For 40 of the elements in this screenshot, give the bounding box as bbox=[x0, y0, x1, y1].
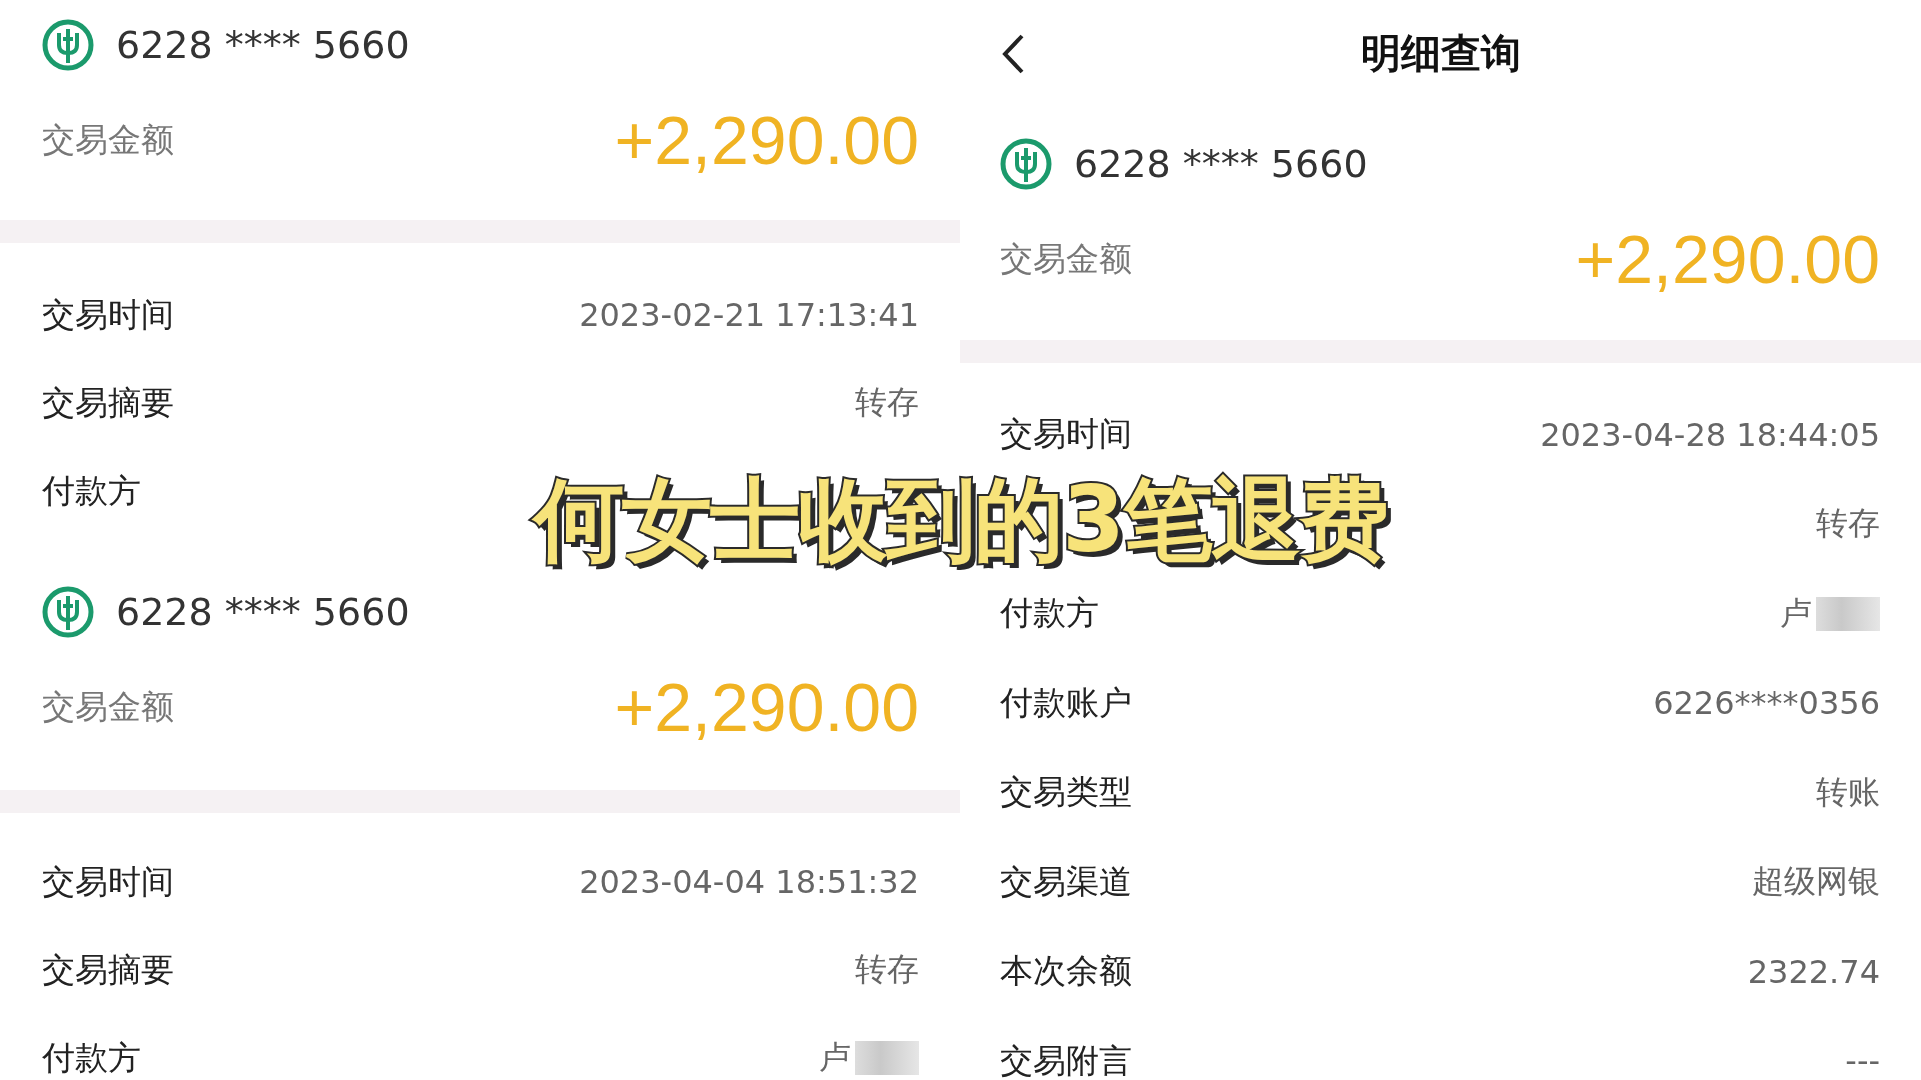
field-value: 转存 bbox=[1816, 503, 1880, 545]
field-label: 交易渠道 bbox=[1000, 860, 1132, 903]
field-label: 付款方 bbox=[42, 1036, 141, 1079]
field-value: 超级网银 bbox=[1752, 861, 1880, 903]
amount-value: +2,290.00 bbox=[614, 101, 919, 179]
bank-logo-icon bbox=[1000, 138, 1052, 190]
field-label: 付款账户 bbox=[1000, 681, 1132, 724]
account-number: 6228 **** 5660 bbox=[116, 23, 410, 67]
field-value: --- bbox=[1845, 1042, 1880, 1080]
field-value: 2023-02-21 17:13:41 bbox=[579, 296, 919, 334]
field-label: 付款方 bbox=[1000, 592, 1099, 635]
field-value: 卢 bbox=[819, 1037, 851, 1078]
field-label: 交易时间 bbox=[42, 293, 174, 336]
field-label: 付款方 bbox=[42, 469, 141, 512]
field-value: 卢 bbox=[1780, 592, 1812, 634]
field-value: 转存 bbox=[855, 382, 919, 423]
field-value: 2023-04-04 18:51:32 bbox=[579, 863, 919, 901]
amount-label: 交易金额 bbox=[42, 685, 174, 728]
field-label: 交易时间 bbox=[1000, 413, 1132, 456]
amount-label: 交易金额 bbox=[1000, 237, 1132, 280]
amount-label: 交易金额 bbox=[42, 118, 174, 161]
field-value: 6226****0356 bbox=[1653, 684, 1880, 723]
field-value: 转存 bbox=[855, 949, 919, 990]
field-value: 2023-04-28 18:44:05 bbox=[1540, 415, 1880, 454]
field-label: 交易时间 bbox=[42, 860, 174, 903]
field-value: 转账 bbox=[1816, 771, 1880, 813]
account-number: 6228 **** 5660 bbox=[116, 590, 410, 634]
page-title: 明细查询 bbox=[1360, 28, 1521, 78]
field-label: 交易附言 bbox=[1000, 1039, 1132, 1080]
field-label: 交易类型 bbox=[1000, 771, 1132, 814]
amount-value: +2,290.00 bbox=[614, 668, 919, 746]
account-number: 6228 **** 5660 bbox=[1074, 142, 1368, 186]
back-icon[interactable] bbox=[1000, 33, 1026, 75]
bank-logo-icon bbox=[42, 19, 94, 71]
field-label: 本次余额 bbox=[1000, 950, 1132, 993]
field-label: 交易摘要 bbox=[42, 948, 174, 991]
bank-logo-icon bbox=[42, 586, 94, 638]
amount-value: +2,290.00 bbox=[1575, 220, 1880, 298]
field-value: 2322.74 bbox=[1747, 952, 1880, 991]
field-label: 交易摘要 bbox=[42, 381, 174, 424]
